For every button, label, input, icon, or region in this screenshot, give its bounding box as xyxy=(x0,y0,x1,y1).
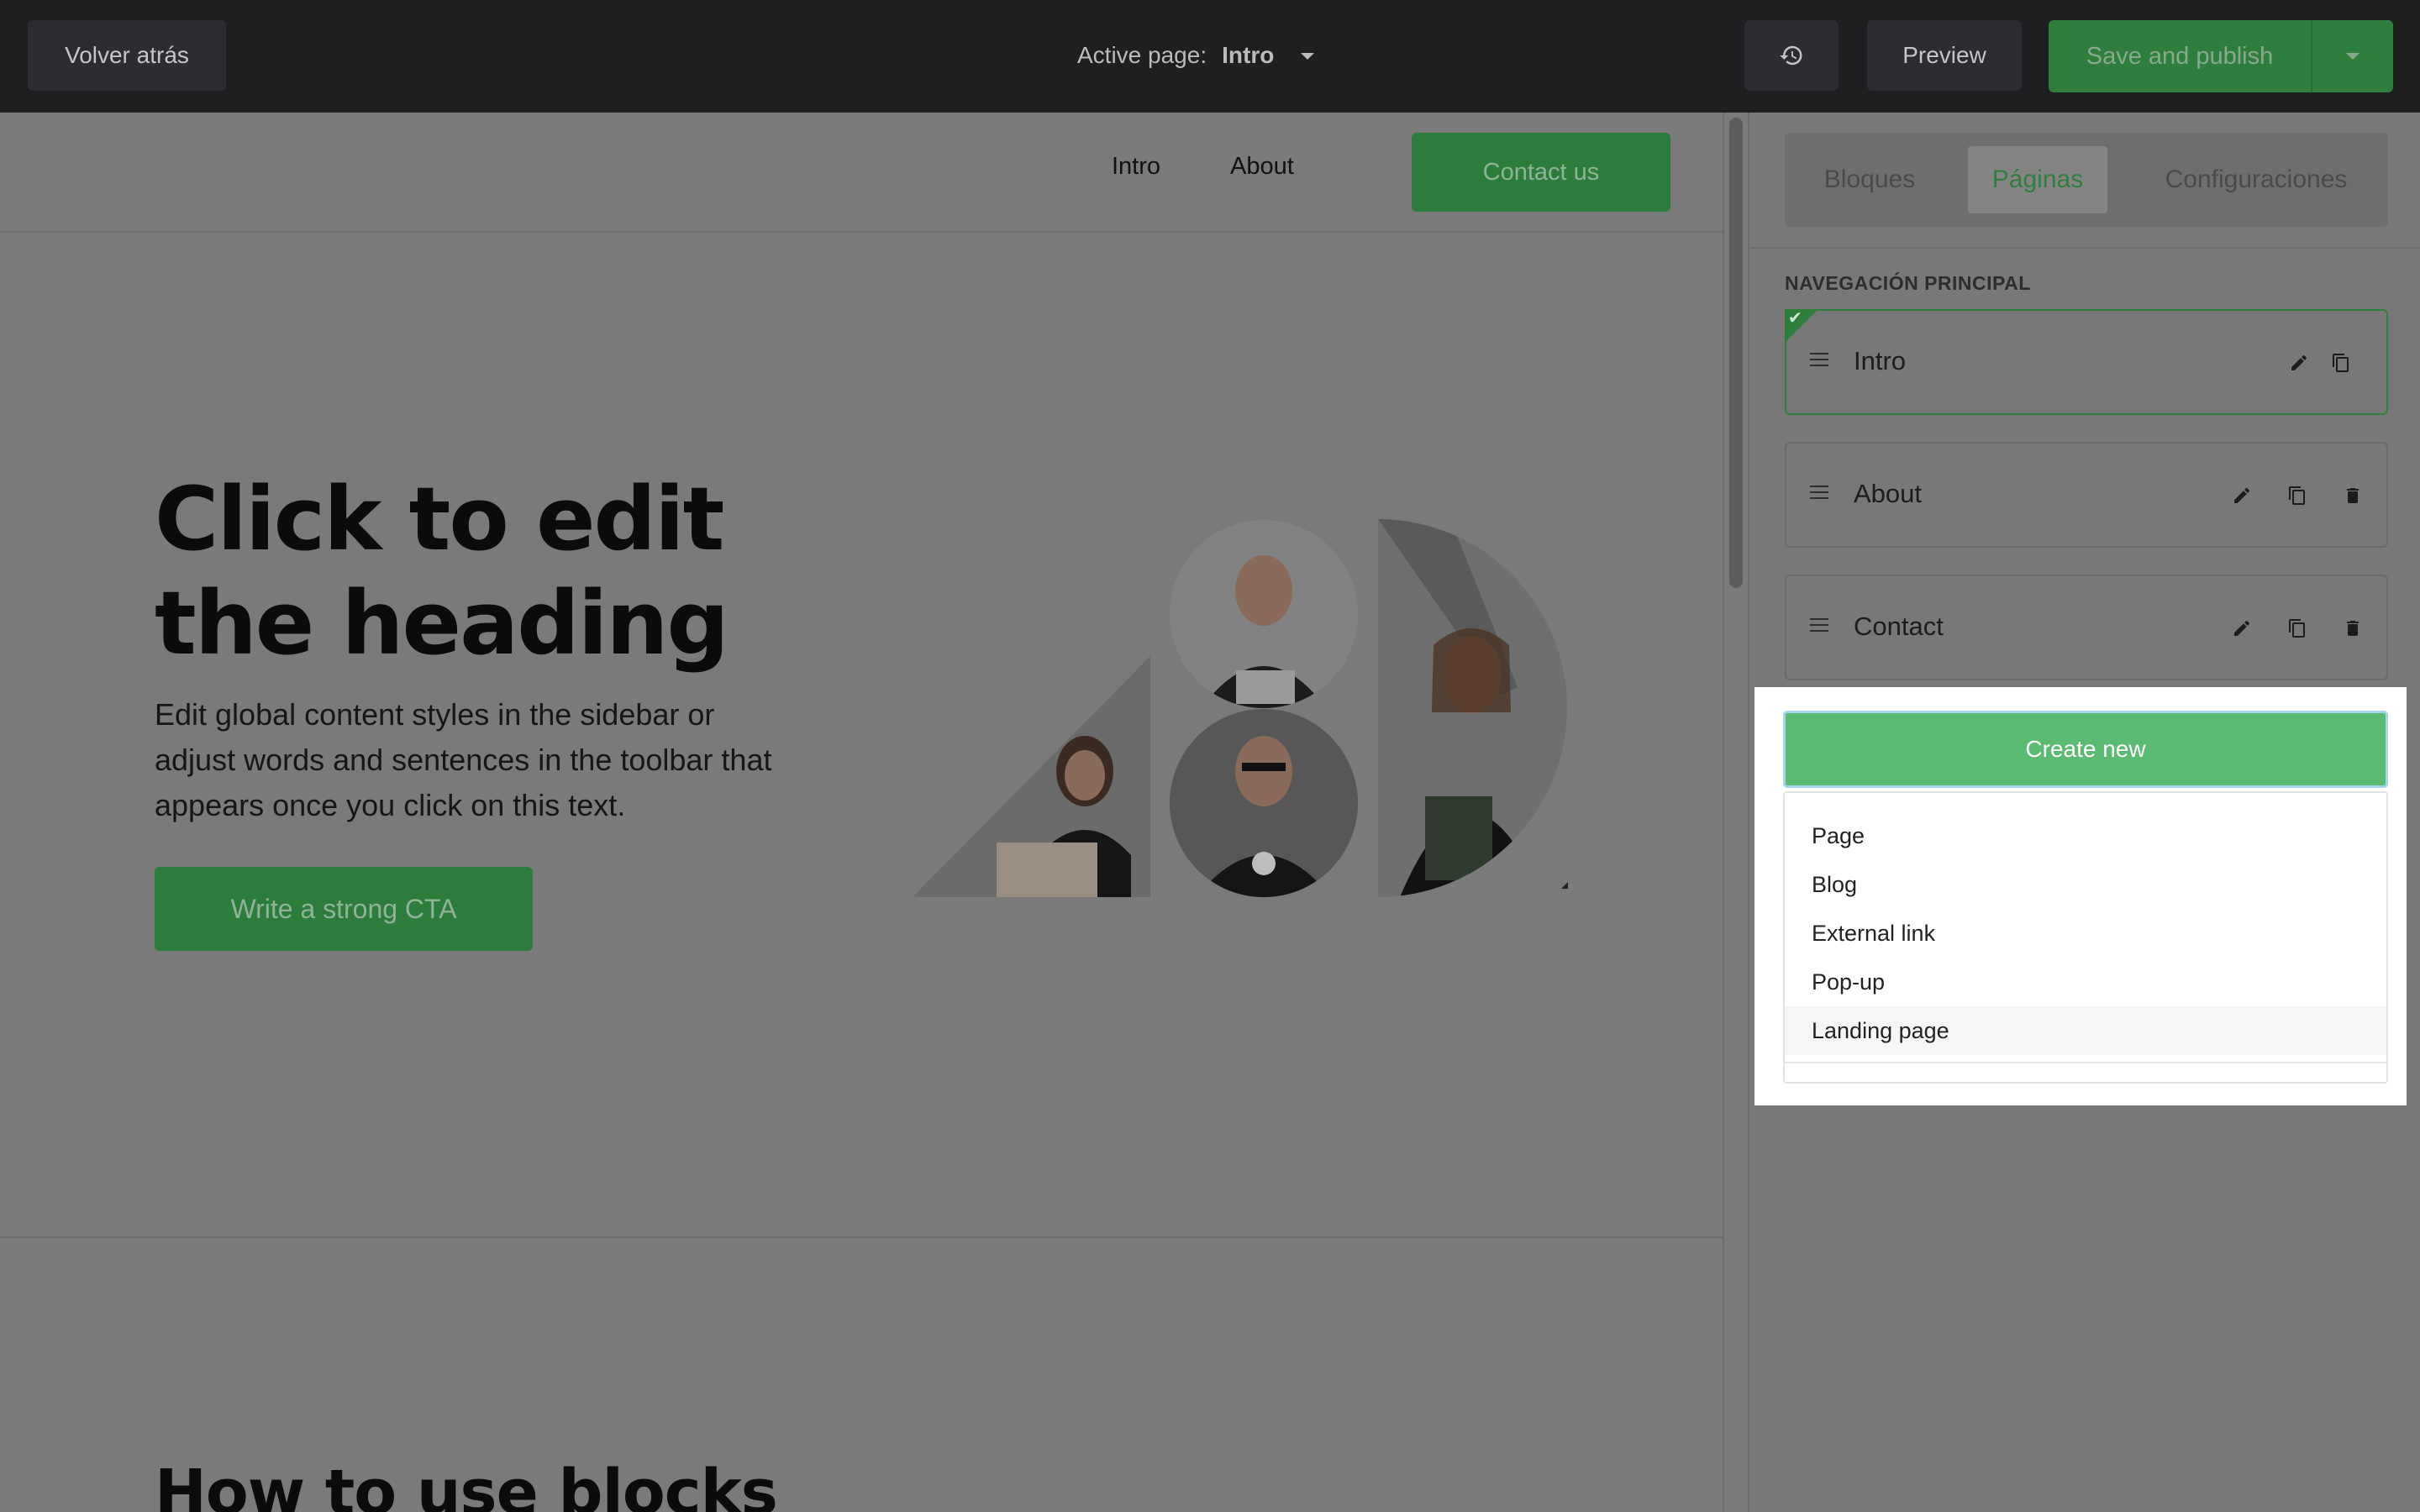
edit-icon[interactable] xyxy=(2284,348,2314,378)
history-icon xyxy=(1780,45,1802,66)
sidebar-divider xyxy=(1749,247,2420,249)
active-page-selector[interactable]: Active page: Intro xyxy=(1077,20,1315,91)
drag-handle-icon[interactable] xyxy=(1810,353,1828,370)
section-heading[interactable]: How to use blocks xyxy=(155,1457,778,1512)
active-page-value: Intro xyxy=(1222,42,1275,68)
save-and-publish-button[interactable]: Save and publish xyxy=(2049,20,2311,92)
create-new-button[interactable]: Create new xyxy=(1783,711,2388,788)
hero-heading[interactable]: Click to edit the heading xyxy=(155,467,793,675)
page-item-name: Intro xyxy=(1854,346,1907,375)
site-navigation: Intro About Contact us xyxy=(0,113,1723,233)
sidebar-tabs: Bloques Páginas Configuraciones xyxy=(1785,133,2388,227)
duplicate-icon[interactable] xyxy=(2282,613,2312,643)
site-nav-link-about[interactable]: About xyxy=(1230,153,1294,181)
hero-text[interactable]: Edit global content styles in the sideba… xyxy=(155,692,793,828)
duplicate-icon[interactable] xyxy=(2326,348,2356,378)
chevron-down-icon xyxy=(2346,53,2360,60)
menu-item-external-link[interactable]: External link xyxy=(1785,909,2386,958)
history-button[interactable] xyxy=(1744,20,1839,91)
contact-us-button[interactable]: Contact us xyxy=(1412,133,1670,212)
back-button[interactable]: Volver atrás xyxy=(28,20,226,91)
main-navigation-label: NAVEGACIÓN PRINCIPAL xyxy=(1785,272,2031,294)
tab-blocks[interactable]: Bloques xyxy=(1802,146,1938,213)
section-divider xyxy=(0,1236,1723,1238)
top-toolbar: Volver atrás Active page: Intro Preview … xyxy=(0,0,2420,113)
edit-icon[interactable] xyxy=(2227,613,2257,643)
delete-icon[interactable] xyxy=(2338,480,2368,511)
page-item-intro[interactable]: ✔ Intro xyxy=(1785,309,2388,415)
hero-cta-button[interactable]: Write a strong CTA xyxy=(155,867,533,951)
edit-icon[interactable] xyxy=(2227,480,2257,511)
page-item-name: Contact xyxy=(1854,612,1944,641)
publish-split-button: Save and publish xyxy=(2049,20,2393,92)
page-canvas: Intro About Contact us Click to edit the… xyxy=(0,113,1723,1512)
publish-options-button[interactable] xyxy=(2311,20,2393,92)
menu-item-page[interactable]: Page xyxy=(1785,811,2386,860)
page-item-about[interactable]: About xyxy=(1785,442,2388,548)
create-new-menu: Page Blog External link Pop-up Landing p… xyxy=(1783,791,2388,1084)
page-item-name: About xyxy=(1854,479,1923,508)
site-nav-link-intro[interactable]: Intro xyxy=(1112,153,1160,181)
delete-icon[interactable] xyxy=(2338,613,2368,643)
menu-item-popup[interactable]: Pop-up xyxy=(1785,958,2386,1006)
hero-photo-collage[interactable] xyxy=(913,519,1585,906)
drag-handle-icon[interactable] xyxy=(1810,618,1828,636)
tab-settings[interactable]: Configuraciones xyxy=(2134,146,2378,213)
canvas-scrollbar-thumb[interactable] xyxy=(1729,118,1743,588)
chevron-down-icon xyxy=(1301,53,1315,60)
duplicate-icon[interactable] xyxy=(2282,480,2312,511)
tab-pages[interactable]: Páginas xyxy=(1968,146,2107,213)
check-icon: ✔ xyxy=(1788,309,1802,328)
drag-handle-icon[interactable] xyxy=(1810,486,1828,503)
menu-item-blog[interactable]: Blog xyxy=(1785,860,2386,909)
menu-divider xyxy=(1785,1062,2386,1063)
menu-item-landing-page[interactable]: Landing page xyxy=(1785,1006,2386,1055)
preview-button[interactable]: Preview xyxy=(1867,20,2022,91)
page-item-contact[interactable]: Contact xyxy=(1785,575,2388,680)
active-page-label: Active page: xyxy=(1077,42,1207,68)
